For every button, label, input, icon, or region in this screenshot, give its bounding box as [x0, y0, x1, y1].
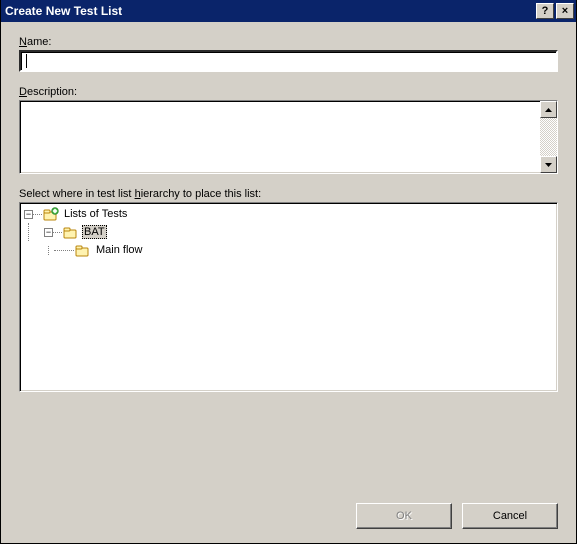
hierarchy-tree[interactable]: − Lists of Tests −	[19, 202, 558, 392]
tree-node-label: Main flow	[94, 243, 144, 257]
close-icon: ×	[562, 6, 568, 17]
name-label: Name:	[19, 36, 558, 48]
hierarchy-label: Select where in test list hierarchy to p…	[19, 188, 558, 200]
titlebar[interactable]: Create New Test List ? ×	[1, 0, 576, 22]
close-button[interactable]: ×	[556, 3, 574, 19]
description-label: Description:	[19, 86, 558, 98]
chevron-up-icon	[545, 108, 552, 112]
tree-node-label: BAT	[82, 225, 107, 239]
tree-node-mainflow[interactable]: Main flow	[22, 241, 555, 259]
text-caret-icon	[26, 54, 27, 68]
tree-node-bat[interactable]: − BAT	[22, 223, 555, 241]
expander-minus-icon[interactable]: −	[24, 210, 33, 219]
name-input[interactable]	[19, 50, 558, 72]
tree-node-root[interactable]: − Lists of Tests	[22, 205, 555, 223]
titlebar-title: Create New Test List	[5, 4, 534, 18]
tree-node-label: Lists of Tests	[62, 207, 129, 221]
expander-minus-icon[interactable]: −	[44, 228, 53, 237]
description-scrollbar[interactable]	[540, 101, 557, 173]
description-textarea[interactable]	[19, 100, 558, 174]
chevron-down-icon	[545, 163, 552, 167]
titlebar-buttons: ? ×	[534, 3, 574, 19]
ok-button[interactable]: OK	[356, 503, 452, 529]
help-button[interactable]: ?	[536, 3, 554, 19]
test-list-root-icon	[43, 206, 59, 222]
scroll-down-button[interactable]	[540, 156, 557, 173]
test-list-icon	[75, 242, 91, 258]
scroll-up-button[interactable]	[540, 101, 557, 118]
dialog-content: Name: Description: Select where in tes	[1, 22, 576, 406]
help-icon: ?	[542, 6, 549, 17]
cancel-button[interactable]: Cancel	[462, 503, 558, 529]
test-list-icon	[63, 224, 79, 240]
dialog-window: Create New Test List ? × Name: Descripti…	[0, 0, 577, 544]
dialog-buttons: OK Cancel	[356, 503, 558, 529]
